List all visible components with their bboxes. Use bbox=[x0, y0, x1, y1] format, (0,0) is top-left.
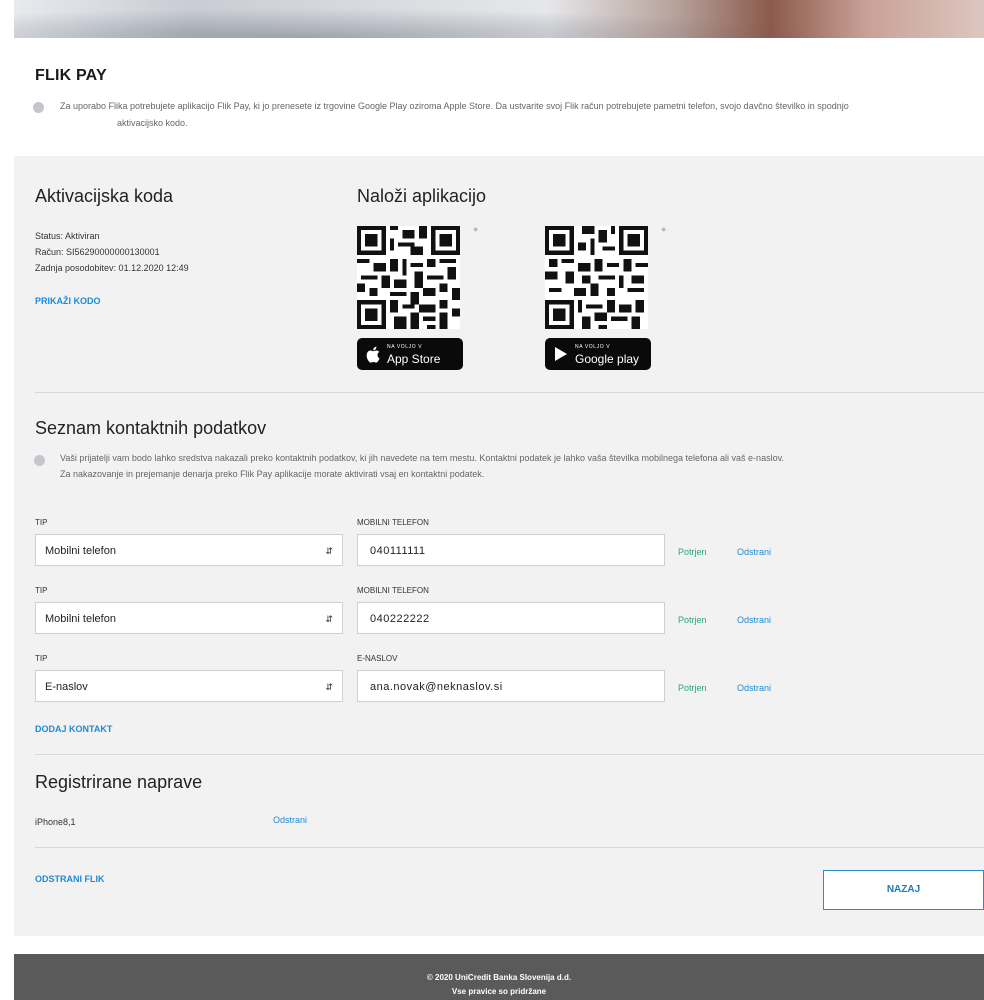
info-icon bbox=[34, 455, 45, 466]
contact-type-value: E-naslov bbox=[45, 681, 88, 693]
back-button[interactable]: NAZAJ bbox=[823, 870, 984, 910]
flik-pay-title: FLIK PAY bbox=[35, 67, 107, 84]
status-confirmed: Potrjen bbox=[678, 547, 707, 557]
remove-contact-link[interactable]: Odstrani bbox=[737, 615, 771, 625]
value-label: MOBILNI TELEFON bbox=[357, 586, 429, 595]
contact-value: 040111111 bbox=[370, 545, 426, 557]
remove-contact-link[interactable]: Odstrani bbox=[737, 547, 771, 557]
divider bbox=[35, 847, 984, 848]
contact-type-select[interactable]: Mobilni telefon ⇵ bbox=[35, 602, 343, 634]
activation-account: Račun: SI56290000000130001 bbox=[35, 247, 160, 257]
value-label: MOBILNI TELEFON bbox=[357, 518, 429, 527]
google-play-badge[interactable]: NA VOLJO V Google play bbox=[545, 338, 651, 370]
contact-value: 040222222 bbox=[370, 613, 430, 625]
google-play-small-text: NA VOLJO V bbox=[575, 344, 611, 350]
contacts-info-line1: Vaši prijatelji vam bodo lahko sredstva … bbox=[60, 453, 784, 463]
contact-type-select[interactable]: Mobilni telefon ⇵ bbox=[35, 534, 343, 566]
play-store-icon bbox=[555, 347, 567, 361]
updown-arrow-icon: ⇵ bbox=[325, 546, 333, 556]
activation-last-update: Zadnja posodobitev: 01.12.2020 12:49 bbox=[35, 263, 189, 273]
app-store-small-text: NA VOLJO V bbox=[387, 344, 423, 350]
type-label: TIP bbox=[35, 518, 48, 527]
updown-arrow-icon: ⇵ bbox=[325, 682, 333, 692]
apple-icon: ● bbox=[473, 224, 479, 234]
app-store-badge[interactable]: NA VOLJO V App Store bbox=[357, 338, 463, 370]
activation-title: Aktivacijska koda bbox=[35, 186, 174, 206]
type-label: TIP bbox=[35, 654, 48, 663]
info-icon bbox=[33, 102, 44, 113]
flik-info-line1: Za uporabo Flika potrebujete aplikacijo … bbox=[60, 101, 849, 111]
footer-copyright: © 2020 UniCredit Banka Slovenija d.d. bbox=[426, 973, 572, 982]
device-name: iPhone8,1 bbox=[35, 817, 76, 827]
remove-flik-link[interactable]: ODSTRANI FLIK bbox=[35, 874, 105, 884]
flik-info-line2: aktivacijsko kodo. bbox=[117, 118, 188, 128]
remove-device-link[interactable]: Odstrani bbox=[273, 815, 307, 825]
qr-code-google-play[interactable] bbox=[545, 226, 648, 329]
contact-value-input[interactable]: ana.novak@neknaslov.si bbox=[357, 670, 665, 702]
download-title: Naloži aplikacijo bbox=[357, 186, 487, 206]
add-contact-link[interactable]: DODAJ KONTAKT bbox=[35, 724, 112, 734]
hero-banner-image bbox=[14, 0, 984, 38]
contact-value-input[interactable]: 040111111 bbox=[357, 534, 665, 566]
google-play-big-text: Google play bbox=[575, 352, 640, 366]
remove-contact-link[interactable]: Odstrani bbox=[737, 683, 771, 693]
status-confirmed: Potrjen bbox=[678, 615, 707, 625]
divider bbox=[35, 392, 984, 393]
contact-type-value: Mobilni telefon bbox=[45, 613, 116, 625]
android-icon: ● bbox=[661, 224, 667, 234]
apple-icon bbox=[366, 346, 380, 363]
contacts-info-line2: Za nakazovanje in prejemanje denarja pre… bbox=[60, 469, 485, 479]
status-confirmed: Potrjen bbox=[678, 683, 707, 693]
divider bbox=[35, 754, 984, 755]
app-store-big-text: App Store bbox=[387, 352, 441, 366]
footer: © 2020 UniCredit Banka Slovenija d.d. Vs… bbox=[14, 954, 984, 1000]
contact-value-input[interactable]: 040222222 bbox=[357, 602, 665, 634]
updown-arrow-icon: ⇵ bbox=[325, 614, 333, 624]
flik-pay-panel: FLIK PAY Za uporabo Flika potrebujete ap… bbox=[14, 38, 984, 156]
contact-type-value: Mobilni telefon bbox=[45, 545, 116, 557]
type-label: TIP bbox=[35, 586, 48, 595]
devices-title: Registrirane naprave bbox=[35, 772, 203, 792]
footer-rights: Vse pravice so pridržane bbox=[451, 987, 547, 996]
value-label: E-NASLOV bbox=[357, 654, 398, 663]
activation-status: Status: Aktiviran bbox=[35, 231, 100, 241]
qr-code-app-store[interactable] bbox=[357, 226, 460, 329]
contacts-title: Seznam kontaktnih podatkov bbox=[35, 418, 267, 438]
contact-value: ana.novak@neknaslov.si bbox=[370, 681, 503, 693]
show-code-link[interactable]: PRIKAŽI KODO bbox=[35, 296, 101, 306]
contact-type-select[interactable]: E-naslov ⇵ bbox=[35, 670, 343, 702]
